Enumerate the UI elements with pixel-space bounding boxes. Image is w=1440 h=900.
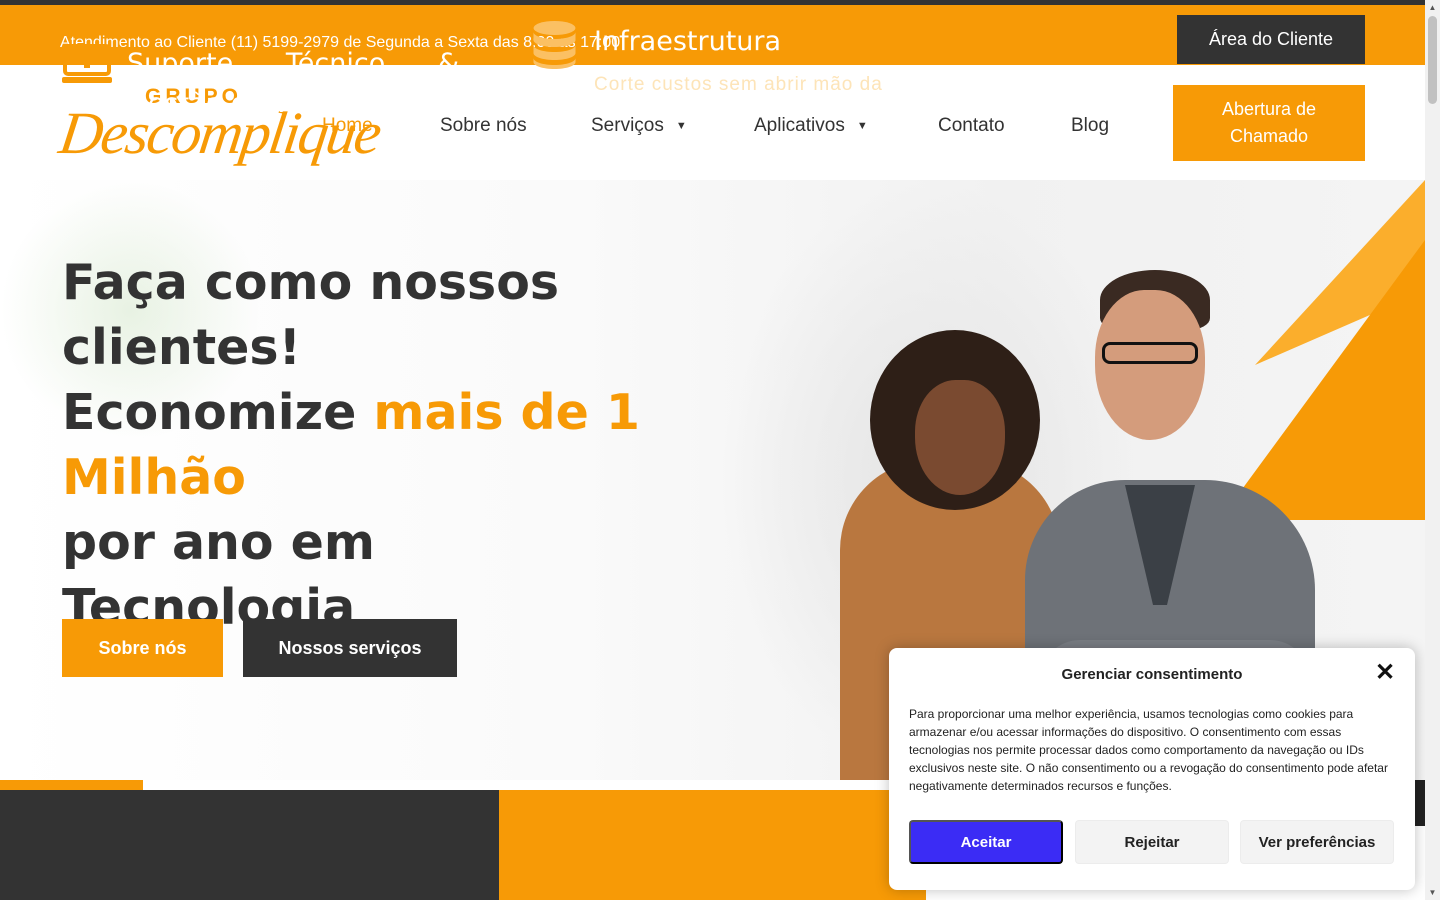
scrollbar[interactable]: ▲ ▼ bbox=[1425, 0, 1440, 900]
accept-button[interactable]: Aceitar bbox=[909, 820, 1063, 864]
nav-services-label: Serviços bbox=[591, 115, 664, 136]
consent-text: Para proporcionar uma melhor experiência… bbox=[909, 707, 1388, 793]
nav-apps-label: Aplicativos bbox=[754, 115, 845, 136]
service-title-support: Suporte Técnico & Gestão de TI bbox=[127, 48, 459, 119]
nav-contact[interactable]: Contato bbox=[938, 115, 1005, 137]
hero-line-2-prefix: Economize bbox=[62, 384, 374, 441]
side-tab[interactable] bbox=[1415, 780, 1425, 826]
service-card-infrastructure[interactable] bbox=[499, 790, 926, 900]
monitor-plus-icon bbox=[62, 44, 112, 83]
database-icon bbox=[533, 21, 576, 69]
service-card-support[interactable] bbox=[0, 790, 499, 900]
hero-headline: Faça como nossos clientes! Economize mai… bbox=[62, 250, 662, 640]
close-icon[interactable]: ✕ bbox=[1374, 661, 1396, 685]
scrollbar-thumb[interactable] bbox=[1428, 16, 1437, 104]
open-ticket-button[interactable]: Abertura de Chamado bbox=[1173, 85, 1365, 161]
scroll-down-arrow-icon[interactable]: ▼ bbox=[1425, 885, 1440, 900]
hero-line-1: Faça como nossos clientes! bbox=[62, 254, 560, 376]
chevron-down-icon: ▼ bbox=[856, 119, 868, 132]
nav-apps[interactable]: Aplicativos ▼ bbox=[754, 115, 868, 137]
client-area-button[interactable]: Área do Cliente bbox=[1177, 15, 1365, 64]
nav-blog[interactable]: Blog bbox=[1071, 115, 1109, 137]
about-us-button[interactable]: Sobre nós bbox=[62, 619, 223, 677]
hero-line-3: por ano em Tecnologia bbox=[62, 514, 375, 636]
chevron-down-icon: ▼ bbox=[675, 119, 687, 132]
view-preferences-button[interactable]: Ver preferências bbox=[1240, 820, 1394, 864]
accent-strip bbox=[0, 780, 143, 790]
scroll-up-arrow-icon[interactable]: ▲ bbox=[1425, 0, 1440, 15]
nav-services[interactable]: Serviços ▼ bbox=[591, 115, 687, 137]
our-services-button[interactable]: Nossos serviços bbox=[243, 619, 457, 677]
service-desc-infrastructure: Corte custos sem abrir mão da bbox=[594, 74, 883, 95]
service-title-infrastructure: Infraestrutura bbox=[594, 26, 782, 57]
cookie-consent-dialog: Gerenciar consentimento ✕ Para proporcio… bbox=[889, 648, 1415, 890]
consent-title: Gerenciar consentimento bbox=[1061, 666, 1243, 683]
reject-button[interactable]: Rejeitar bbox=[1075, 820, 1229, 864]
